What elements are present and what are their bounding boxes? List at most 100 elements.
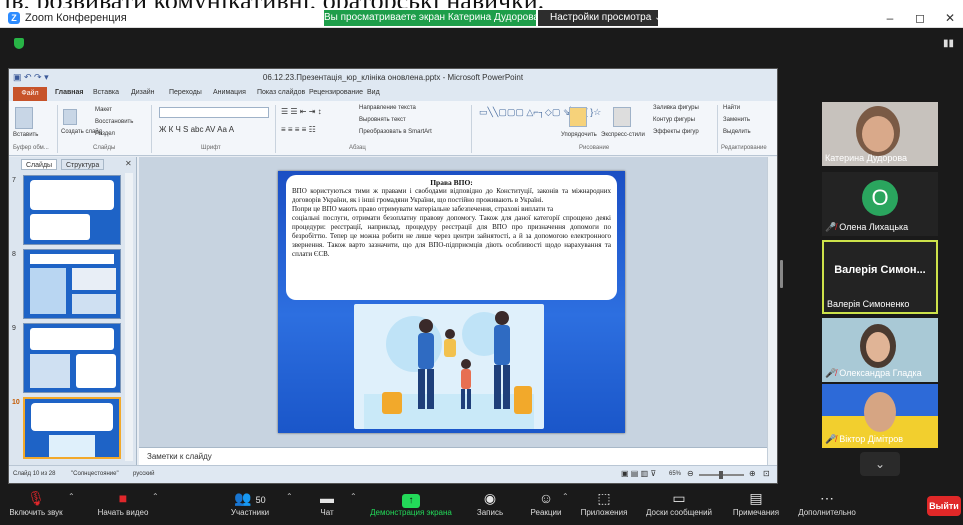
view-mode-buttons[interactable]: ▣ ▤ ▥ ⊽ (621, 469, 656, 478)
tab-design[interactable]: Дизайн (131, 89, 155, 96)
group-slides-label: Слайды (93, 145, 116, 151)
security-shield-icon[interactable] (14, 38, 24, 49)
chevron-up-icon[interactable]: ⌃ (286, 492, 293, 501)
slide-scrollbar[interactable] (767, 157, 777, 465)
arrange-button[interactable]: Упорядочить (561, 132, 597, 138)
reset-button[interactable]: Восстановить (95, 119, 133, 125)
chevron-up-icon[interactable]: ⌃ (562, 492, 569, 501)
record-icon: ◉ (483, 490, 497, 506)
reactions-label: Реакции (530, 508, 562, 517)
zoom-in-icon[interactable]: ⊕ (749, 469, 756, 478)
fit-slide-icon[interactable]: ⊡ (763, 469, 770, 478)
whiteboards-button[interactable]: ▭ Доски сообщений (642, 488, 716, 524)
minimize-button[interactable]: – (880, 10, 900, 26)
participant-tile[interactable]: O 🎤̸ Олена Лихацька (822, 172, 938, 236)
chat-button[interactable]: ▬ Чат (312, 488, 342, 524)
apps-label: Приложения (580, 508, 628, 517)
group-drawing-label: Рисование (579, 145, 610, 151)
slide-thumbnail[interactable] (23, 175, 121, 245)
current-slide[interactable]: Права ВПО: ВПО користуються тими ж права… (278, 171, 625, 433)
find-button[interactable]: Найти (723, 105, 740, 111)
participant-name: Катерина Дудорова (825, 153, 908, 163)
participants-button[interactable]: 👥 50 Участники (222, 488, 278, 524)
record-label: Запись (476, 508, 504, 517)
tab-animation[interactable]: Анимация (213, 89, 246, 96)
share-screen-button[interactable]: ↑ Демонстрация экрана (366, 488, 456, 524)
slide-text-box[interactable]: Права ВПО: ВПО користуються тими ж права… (286, 175, 617, 300)
thumbnail-scrollbar[interactable] (125, 173, 133, 461)
apps-icon: ⬚ (597, 490, 611, 506)
panel-splitter-handle[interactable] (780, 260, 783, 288)
tab-home[interactable]: Главная (55, 89, 83, 96)
align-text-button[interactable]: Выровнять текст (359, 117, 406, 123)
tab-slides[interactable]: Слайды (21, 159, 58, 170)
text-direction-button[interactable]: Направление текста (359, 105, 416, 111)
participants-icon: 👥 50 (234, 490, 266, 506)
participant-tile[interactable]: 🎤̸ Олександра Гладка (822, 318, 938, 382)
tab-slideshow[interactable]: Показ слайдов (257, 89, 305, 96)
unmute-button[interactable]: 🎙 Включить звук (4, 488, 68, 524)
chevron-up-icon[interactable]: ⌃ (350, 492, 357, 501)
close-button[interactable]: ✕ (940, 10, 960, 26)
slide-notes-field[interactable]: Заметки к слайду (139, 447, 767, 465)
close-icon[interactable]: ✕ (125, 159, 132, 168)
participant-tile[interactable]: 🎤̸ Віктор Дімітров (822, 384, 938, 448)
quick-styles-icon[interactable] (613, 107, 631, 127)
arrange-icon[interactable] (569, 107, 587, 127)
tab-insert[interactable]: Вставка (93, 89, 119, 96)
quick-styles-button[interactable]: Экспресс-стили (601, 132, 645, 138)
ribbon-separator (275, 105, 276, 153)
shape-outline-button[interactable]: Контур фигуры (653, 117, 695, 123)
section-button[interactable]: Раздел (95, 131, 115, 137)
notes-label: Примечания (732, 508, 780, 517)
participant-tile-active[interactable]: Валерія Симон... Валерія Симоненко (822, 240, 938, 314)
more-button[interactable]: ⋯ Дополнительно (792, 488, 862, 524)
tab-transitions[interactable]: Переходы (169, 89, 202, 96)
zoom-slider[interactable] (699, 471, 744, 479)
ppt-filename: 06.12.23.Презентація_юр_клінікa оновлена… (262, 73, 524, 82)
notes-button[interactable]: ▤ Примечания (726, 488, 786, 524)
tab-outline[interactable]: Структура (61, 159, 105, 170)
tab-view[interactable]: Вид (367, 89, 380, 96)
participant-tile[interactable]: Катерина Дудорова (822, 102, 938, 166)
ppt-ribbon: Вставить Создать слайд Макет Восстановит… (9, 101, 777, 156)
thumb-number: 10 (12, 399, 20, 406)
list-buttons[interactable]: ☰ ☰ ⇤ ⇥ ↕ (281, 107, 322, 116)
shape-fill-button[interactable]: Заливка фигуры (653, 105, 699, 111)
align-buttons[interactable]: ≡ ≡ ≡ ≡ ☷ (281, 125, 316, 134)
font-name-select[interactable] (159, 107, 269, 118)
select-button[interactable]: Выделить (723, 129, 751, 135)
view-options-button[interactable]: Настройки просмотра ⌄ (538, 10, 662, 26)
gallery-view-icon[interactable]: ▮▮ (943, 38, 954, 49)
zoom-slider-knob[interactable] (719, 471, 723, 479)
slide-paragraph: ВПО користуються тими ж правами і свобод… (292, 187, 611, 204)
slide-thumbnail-current[interactable] (23, 397, 121, 459)
tab-file[interactable]: Файл (13, 87, 47, 101)
participant-display-name: Валерія Симон... (834, 264, 926, 276)
participant-avatar: O (862, 180, 898, 216)
ribbon-separator (57, 105, 58, 153)
start-video-button[interactable]: ■ Начать видео (88, 488, 158, 524)
chevron-down-icon[interactable]: ⌄ (860, 452, 900, 476)
chevron-down-icon: ⌄ (654, 12, 663, 23)
record-button[interactable]: ◉ Запись (470, 488, 510, 524)
slide-thumbnail[interactable] (23, 249, 121, 319)
paste-button[interactable]: Вставить (13, 132, 38, 138)
maximize-button[interactable]: ◻ (910, 10, 930, 26)
zoom-level[interactable]: 65% (669, 471, 681, 477)
chevron-up-icon[interactable]: ⌃ (152, 492, 159, 501)
paste-icon[interactable] (15, 107, 33, 129)
slide-thumbnail[interactable] (23, 323, 121, 393)
new-slide-icon[interactable] (63, 109, 77, 125)
shape-effects-button[interactable]: Эффекты фигур (653, 129, 699, 135)
tab-review[interactable]: Рецензирование (309, 89, 363, 96)
zoom-out-icon[interactable]: ⊖ (687, 469, 694, 478)
layout-button[interactable]: Макет (95, 107, 112, 113)
smartart-button[interactable]: Преобразовать в SmartArt (359, 129, 432, 135)
apps-button[interactable]: ⬚ Приложения (574, 488, 634, 524)
replace-button[interactable]: Заменить (723, 117, 750, 123)
font-format-buttons[interactable]: Ж К Ч S abc AV Aa A (159, 125, 234, 134)
chevron-up-icon[interactable]: ⌃ (68, 492, 75, 501)
leave-button[interactable]: Выйти (927, 496, 961, 516)
whiteboards-label: Доски сообщений (645, 508, 712, 517)
